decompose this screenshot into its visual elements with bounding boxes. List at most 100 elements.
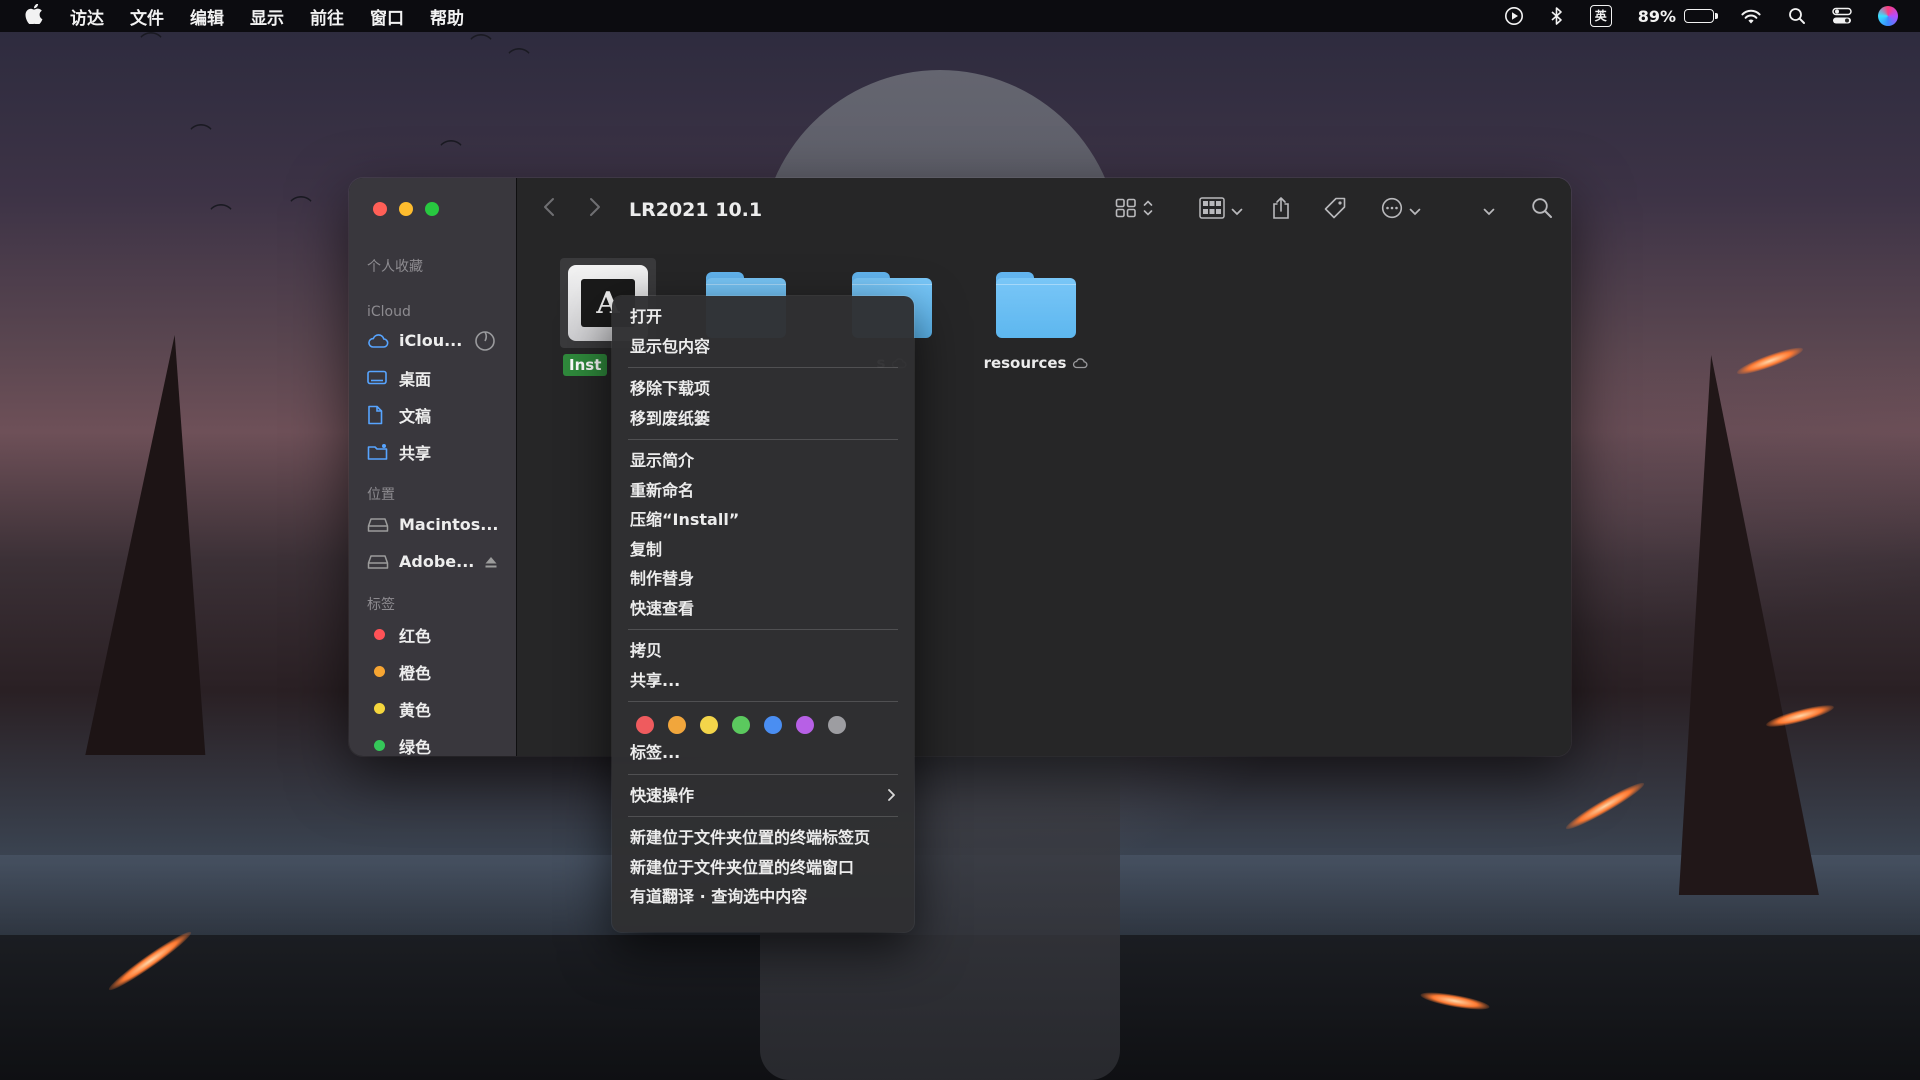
tag-color-orange[interactable]: [668, 716, 686, 734]
input-method-icon[interactable]: 英: [1589, 5, 1612, 27]
context-item-new-terminal-window[interactable]: 新建位于文件夹位置的终端窗口: [612, 853, 914, 883]
menu-file[interactable]: 文件: [130, 4, 164, 29]
chevron-down-icon: [1231, 201, 1243, 220]
tag-green-dot: [374, 740, 385, 751]
eject-icon[interactable]: [484, 555, 498, 569]
context-item-show-package-contents[interactable]: 显示包内容: [612, 332, 914, 362]
sidebar-item-adobe-volume[interactable]: Adobe...: [349, 543, 516, 580]
wallpaper-water: [0, 855, 1920, 940]
menu-go[interactable]: 前往: [310, 4, 344, 29]
wifi-icon[interactable]: [1740, 5, 1762, 27]
menu-view[interactable]: 显示: [250, 4, 284, 29]
menu-separator: [628, 816, 898, 817]
tags-button[interactable]: [1323, 196, 1347, 224]
tag-color-purple[interactable]: [796, 716, 814, 734]
tag-yellow-dot: [374, 703, 385, 714]
sidebar-item-desktop[interactable]: 桌面: [349, 359, 516, 396]
context-item-copy[interactable]: 拷贝: [612, 636, 914, 666]
wallpaper-ember: [1563, 778, 1647, 834]
back-button[interactable]: [543, 197, 555, 223]
finder-window: 个人收藏 iCloud iClou... 桌面 文稿 共享 位置 Macinto…: [349, 178, 1571, 756]
context-item-quick-look[interactable]: 快速查看: [612, 594, 914, 624]
file-name[interactable]: Inst: [563, 354, 608, 376]
context-item-move-to-trash[interactable]: 移到废纸篓: [612, 404, 914, 434]
context-item-share[interactable]: 共享...: [612, 666, 914, 696]
disk-image-icon: [367, 554, 393, 570]
sidebar-item-icloud-drive[interactable]: iClou...: [349, 322, 516, 359]
apple-menu-icon[interactable]: [22, 3, 46, 29]
control-center-icon[interactable]: [1832, 5, 1852, 27]
menu-window[interactable]: 窗口: [370, 4, 404, 29]
menu-help[interactable]: 帮助: [430, 4, 464, 29]
context-item-remove-download[interactable]: 移除下载项: [612, 374, 914, 404]
file-item-folder-resources[interactable]: resources: [971, 258, 1101, 372]
play-circle-icon[interactable]: [1504, 5, 1524, 27]
shared-folder-icon: [367, 443, 393, 461]
tag-color-gray[interactable]: [828, 716, 846, 734]
group-grid-icon: [1199, 197, 1225, 223]
context-item-get-info[interactable]: 显示简介: [612, 446, 914, 476]
sidebar-item-tag-red[interactable]: 红色: [349, 616, 516, 653]
cloud-icon: [1072, 357, 1088, 369]
context-item-new-terminal-tab[interactable]: 新建位于文件夹位置的终端标签页: [612, 823, 914, 853]
group-by-button[interactable]: [1199, 197, 1243, 223]
folder-icon: [996, 272, 1076, 338]
context-item-label: 快速操作: [630, 785, 695, 805]
sync-progress-icon: [474, 330, 496, 352]
menu-separator: [628, 367, 898, 368]
share-button[interactable]: [1271, 196, 1291, 224]
battery-indicator[interactable]: 89%: [1638, 7, 1718, 26]
sidebar-item-documents[interactable]: 文稿: [349, 396, 516, 433]
sidebar-item-tag-orange[interactable]: 橙色: [349, 653, 516, 690]
file-name-row: resources: [984, 354, 1089, 372]
search-button[interactable]: [1531, 197, 1553, 223]
wallpaper-spire-left: [85, 335, 235, 755]
wallpaper-bird: ⌒: [470, 34, 493, 59]
spotlight-search-icon[interactable]: [1788, 5, 1806, 27]
share-icon: [1271, 196, 1291, 224]
menu-edit[interactable]: 编辑: [190, 4, 224, 29]
sidebar-item-macintosh-hd[interactable]: Macintos...: [349, 506, 516, 543]
menu-separator: [628, 701, 898, 702]
context-item-compress[interactable]: 压缩“Install”: [612, 505, 914, 535]
sidebar-header-locations: 位置: [367, 487, 395, 503]
minimize-window-button[interactable]: [399, 202, 413, 216]
siri-icon[interactable]: [1878, 5, 1898, 27]
wallpaper-spire-right: [1641, 355, 1819, 895]
more-actions-button[interactable]: [1381, 197, 1421, 223]
wallpaper-bird: ⌒: [440, 140, 463, 165]
context-item-duplicate[interactable]: 复制: [612, 535, 914, 565]
context-item-open[interactable]: 打开: [612, 302, 914, 332]
sidebar-item-label: 橙色: [399, 663, 432, 683]
document-icon: [367, 405, 393, 425]
ellipsis-circle-icon: [1381, 197, 1403, 223]
tag-color-yellow[interactable]: [700, 716, 718, 734]
tag-color-green[interactable]: [732, 716, 750, 734]
context-item-make-alias[interactable]: 制作替身: [612, 564, 914, 594]
desktop-icon: [367, 370, 393, 386]
wallpaper-ember: [1419, 989, 1491, 1013]
sidebar-item-tag-green[interactable]: 绿色: [349, 727, 516, 756]
sidebar-item-label: 桌面: [399, 369, 432, 389]
context-item-tags[interactable]: 标签...: [612, 738, 914, 768]
sidebar-item-tag-yellow[interactable]: 黄色: [349, 690, 516, 727]
zoom-window-button[interactable]: [425, 202, 439, 216]
chevron-right-icon: [887, 788, 896, 802]
context-item-rename[interactable]: 重新命名: [612, 476, 914, 506]
context-item-quick-actions[interactable]: 快速操作: [612, 781, 914, 811]
overflow-menu-button[interactable]: [1483, 201, 1495, 220]
view-mode-button[interactable]: [1115, 198, 1153, 222]
bluetooth-icon[interactable]: [1550, 5, 1564, 27]
sidebar-header-icloud: iCloud: [367, 304, 411, 320]
sidebar-item-label: 红色: [399, 626, 432, 646]
tag-red-dot: [374, 629, 385, 640]
menu-finder[interactable]: 访达: [70, 4, 104, 29]
sidebar-item-shared[interactable]: 共享: [349, 433, 516, 470]
tag-color-red[interactable]: [636, 716, 654, 734]
tag-icon: [1323, 196, 1347, 224]
forward-button[interactable]: [589, 197, 601, 223]
tag-color-blue[interactable]: [764, 716, 782, 734]
context-item-youdao-translate[interactable]: 有道翻译 · 查询选中内容: [612, 882, 914, 912]
close-window-button[interactable]: [373, 202, 387, 216]
battery-icon: [1684, 9, 1718, 23]
